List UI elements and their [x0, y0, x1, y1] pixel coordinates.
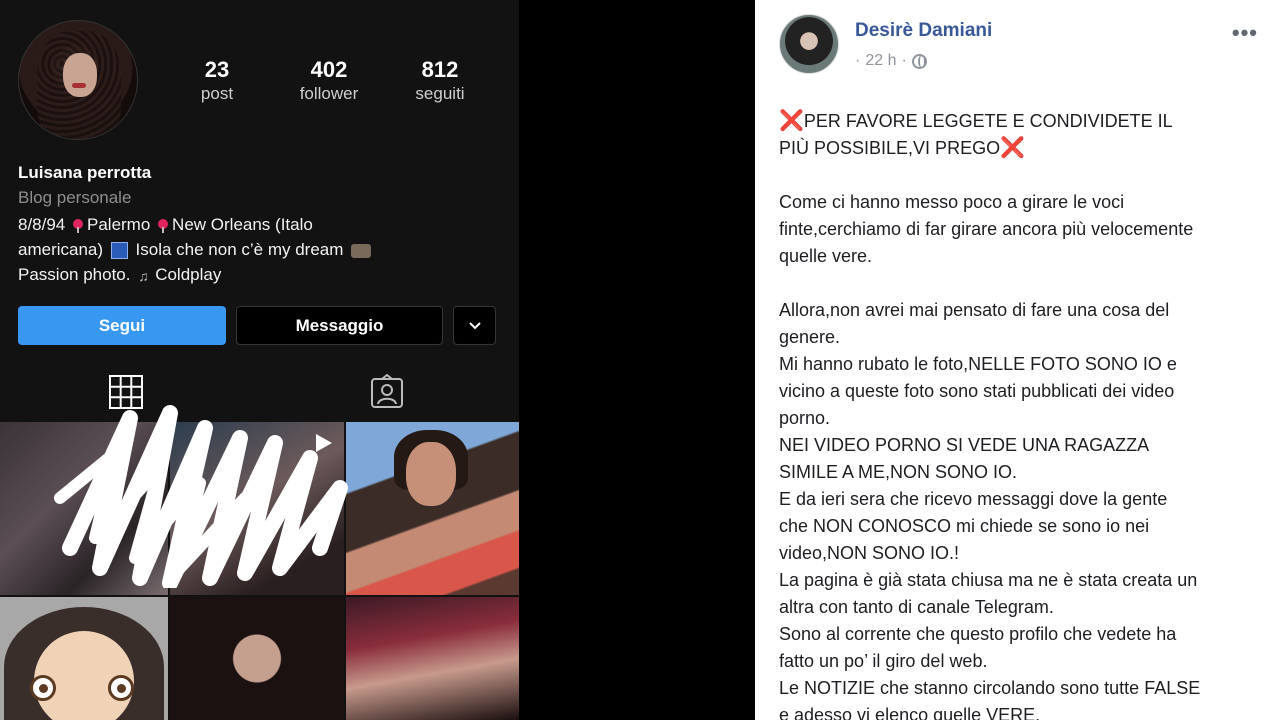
bio-city-2: New Orleans (Italo	[172, 215, 313, 234]
profile-name: Luisana perrotta	[18, 163, 152, 182]
post-line: quelle vere.	[779, 246, 873, 266]
chevron-down-icon	[468, 321, 481, 329]
post-line: Le NOTIZIE che stanno circolando sono tu…	[779, 678, 1201, 698]
bio-birthdate: 8/8/94	[18, 215, 66, 234]
photo-face	[406, 442, 456, 506]
post-line: La pagina è già stata chiusa ma ne è sta…	[779, 570, 1198, 590]
tab-tagged[interactable]	[369, 373, 405, 410]
profile-category: Blog personale	[18, 188, 132, 207]
post-line: fatto un po’ il giro del web.	[779, 651, 988, 671]
post-line: altra con tanto di canale Telegram.	[779, 597, 1054, 617]
stat-followers-value: 402	[310, 57, 348, 82]
post-line: vicino a queste foto sono stati pubblica…	[779, 381, 1175, 401]
music-note-icon: ♫	[138, 267, 149, 284]
bio-line-2: americana) Isola che non c’è my dream	[18, 237, 498, 262]
message-button[interactable]: Messaggio	[236, 306, 443, 345]
bio-city: Palermo	[87, 215, 151, 234]
tagged-icon	[371, 373, 403, 408]
post-line: e adesso vi elenco quelle VERE.	[779, 705, 1041, 720]
post-heading-text-1: PER FAVORE LEGGETE E CONDIVIDETE IL	[803, 111, 1173, 131]
avatar-lips	[72, 83, 86, 88]
profile-avatar[interactable]	[18, 20, 138, 140]
bio-passion: Passion photo.	[18, 265, 131, 284]
stat-followers-label: follower	[299, 84, 359, 103]
post-body-lines: Come ci hanno messo poco a girare le voc…	[779, 189, 1275, 720]
emoji-eye	[30, 675, 56, 701]
post-thumbnail[interactable]	[346, 422, 519, 595]
pin-icon	[158, 218, 169, 233]
post-line: E da ieri sera che ricevo messaggi dove …	[779, 489, 1168, 509]
post-text: ❌PER FAVORE LEGGETE E CONDIVIDETE IL PIÙ…	[779, 108, 1275, 720]
post-line: Come ci hanno messo poco a girare le voc…	[779, 192, 1125, 212]
post-line: porno.	[779, 408, 831, 428]
pin-icon	[73, 218, 83, 233]
post-thumbnail[interactable]	[170, 597, 344, 720]
follow-button[interactable]: Segui	[18, 306, 226, 345]
cross-mark-icon: ❌	[779, 110, 804, 132]
author-name[interactable]: Desirè Damiani	[855, 20, 992, 42]
stat-followers[interactable]: 402 follower	[289, 57, 369, 105]
post-line: video,NON SONO IO.!	[779, 543, 960, 563]
post-line: che NON CONOSCO mi chiede se sono io nei	[779, 516, 1150, 536]
meta-dot: ·	[855, 52, 861, 69]
post-thumbnail[interactable]	[346, 597, 519, 720]
stat-following-label: seguiti	[415, 84, 465, 103]
chart-icon	[110, 242, 128, 260]
post-heading-text-2: PIÙ POSSIBILE,VI PREGO	[779, 138, 1001, 158]
globe-icon	[911, 53, 927, 69]
scribble-overlay	[54, 405, 348, 588]
post-line: finte,cerchiamo di far girare ancora più…	[779, 219, 1194, 239]
post-line: NEI VIDEO PORNO SI VEDE UNA RAGAZZA	[779, 435, 1150, 455]
bio-line-1: 8/8/94 Palermo New Orleans (Italo	[18, 212, 498, 237]
post-time[interactable]: 22 h	[865, 52, 896, 70]
profile-bio: 8/8/94 Palermo New Orleans (Italo americ…	[18, 212, 498, 287]
camera-icon	[351, 243, 372, 258]
meta-dot: ·	[901, 52, 907, 69]
stat-posts[interactable]: 23 post	[177, 57, 257, 105]
post-heading-line-1: ❌PER FAVORE LEGGETE E CONDIVIDETE IL	[779, 108, 1275, 135]
stat-posts-label: post	[200, 84, 234, 103]
more-options-button[interactable]	[453, 306, 496, 345]
post-meta: · 22 h ·	[855, 52, 927, 70]
author-avatar[interactable]	[779, 14, 839, 74]
stat-posts-value: 23	[204, 57, 230, 82]
post-line: Mi hanno rubato le foto,NELLE FOTO SONO …	[779, 354, 1177, 374]
bio-line-3: Passion photo. ♫ Coldplay	[18, 262, 498, 287]
emoji-eye	[108, 675, 134, 701]
stat-following[interactable]: 812 seguiti	[400, 57, 480, 105]
instagram-profile-screenshot: 23 post 402 follower 812 seguiti Luisana…	[0, 0, 519, 720]
stat-following-value: 812	[421, 57, 459, 82]
post-options-button[interactable]: •••	[1232, 20, 1258, 46]
post-line: Allora,non avrei mai pensato di fare una…	[779, 300, 1170, 320]
avatar-face	[63, 53, 97, 97]
facebook-post: Desirè Damiani · 22 h · ••• ❌PER FAVORE …	[755, 0, 1280, 720]
post-line: genere.	[779, 327, 841, 347]
bio-origin: americana)	[18, 240, 104, 259]
post-thumbnail[interactable]	[0, 597, 168, 720]
post-line: Sono al corrente che questo profilo che …	[779, 624, 1177, 644]
post-line: SIMILE A ME,NON SONO IO.	[779, 462, 1018, 482]
cross-mark-icon: ❌	[1000, 137, 1025, 159]
post-heading-line-2: PIÙ POSSIBILE,VI PREGO❌	[779, 135, 1275, 162]
bio-dream: Isola che non c’è my dream	[135, 240, 344, 259]
bio-music: Coldplay	[155, 265, 222, 284]
